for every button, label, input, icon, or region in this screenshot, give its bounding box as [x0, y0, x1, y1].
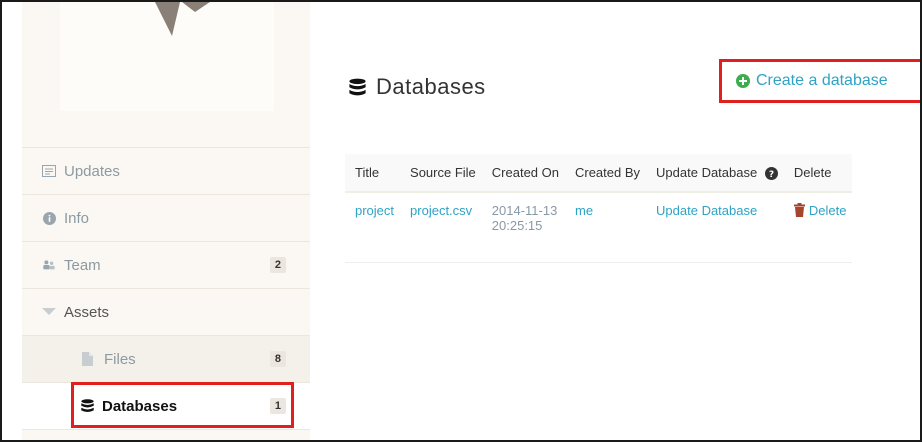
- table-header-row: Title Source File Created On Created By …: [345, 154, 853, 193]
- column-header-source-file[interactable]: Source File: [400, 154, 482, 193]
- source-file-link[interactable]: project.csv: [400, 192, 482, 263]
- sidebar-item-label: Team: [64, 256, 101, 274]
- delete-link[interactable]: Delete: [793, 203, 847, 218]
- table-row: project project.csv 2014-11-13 20:25:15 …: [345, 192, 853, 263]
- databases-table: Title Source File Created On Created By …: [345, 154, 853, 263]
- sidebar-nav: Updates Info Team 2 Assets Files 8 Datab…: [22, 147, 310, 440]
- screenshot-frame: Updates Info Team 2 Assets Files 8 Datab…: [0, 0, 922, 442]
- sidebar-divider: [22, 429, 310, 440]
- triangle-down-icon: [42, 305, 56, 319]
- trash-icon: [793, 203, 805, 217]
- column-header-delete[interactable]: Delete: [783, 154, 853, 193]
- create-database-button[interactable]: Create a database: [719, 59, 920, 103]
- update-database-link[interactable]: Update Database: [646, 192, 784, 263]
- sidebar: Updates Info Team 2 Assets Files 8 Datab…: [22, 2, 310, 440]
- databases-count-badge: 1: [269, 398, 286, 414]
- sidebar-item-label: Databases: [102, 397, 178, 415]
- created-by-link[interactable]: me: [564, 192, 647, 263]
- db-title-link[interactable]: project: [345, 192, 401, 263]
- help-icon[interactable]: ?: [764, 167, 778, 181]
- sidebar-item-label: Files: [104, 350, 136, 368]
- sidebar-item-info[interactable]: Info: [22, 194, 310, 241]
- column-header-update-label: Update Database: [656, 164, 758, 180]
- page-title-text: Databases: [376, 74, 486, 99]
- sidebar-item-team[interactable]: Team 2: [22, 241, 310, 288]
- column-header-created-on[interactable]: Created On: [481, 154, 565, 193]
- sidebar-item-label: Info: [64, 209, 90, 227]
- page-title: Databases: [349, 74, 486, 100]
- sidebar-item-assets[interactable]: Assets: [22, 288, 310, 335]
- database-icon: [80, 399, 94, 413]
- database-icon: [349, 78, 366, 97]
- sidebar-item-label: Assets: [64, 303, 110, 321]
- sidebar-item-files[interactable]: Files 8: [22, 335, 310, 382]
- delete-cell: Delete: [783, 192, 853, 263]
- sidebar-item-updates[interactable]: Updates: [22, 147, 310, 194]
- created-date: 2014-11-13: [491, 203, 558, 218]
- info-icon: [42, 211, 56, 225]
- updates-icon: [42, 164, 56, 178]
- create-database-label: Create a database: [756, 72, 888, 89]
- project-thumbnail[interactable]: [60, 2, 274, 111]
- plus-circle-icon: [736, 74, 750, 88]
- files-count-badge: 8: [269, 351, 286, 367]
- column-header-update-database[interactable]: Update Database ?: [646, 154, 784, 193]
- created-time: 20:25:15: [491, 218, 543, 233]
- delete-label: Delete: [808, 203, 847, 218]
- created-on-cell: 2014-11-13 20:25:15: [481, 192, 565, 263]
- sidebar-item-databases[interactable]: Databases 1: [22, 382, 310, 429]
- svg-text:?: ?: [769, 170, 774, 180]
- column-header-created-by[interactable]: Created By: [564, 154, 647, 193]
- file-icon: [80, 352, 94, 366]
- team-icon: [42, 258, 56, 272]
- team-count-badge: 2: [269, 257, 286, 273]
- project-logo-icon: [155, 2, 210, 36]
- sidebar-item-label: Updates: [64, 162, 120, 180]
- column-header-title[interactable]: Title: [345, 154, 401, 193]
